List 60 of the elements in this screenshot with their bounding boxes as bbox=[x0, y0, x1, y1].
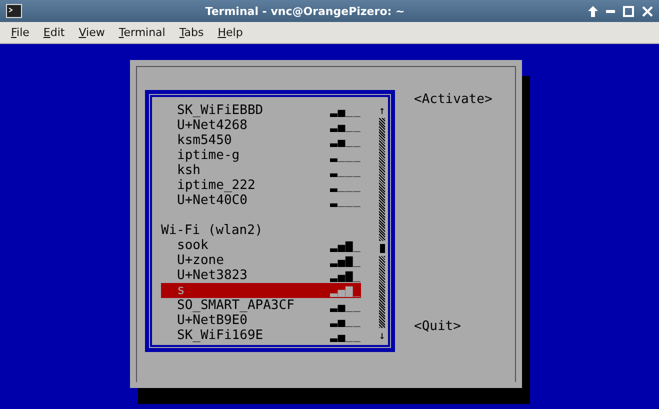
signal-strength: ▂▄__ bbox=[330, 118, 361, 133]
network-name: U+Net3823 bbox=[176, 268, 248, 283]
menu-item[interactable]: Help bbox=[210, 24, 250, 41]
minimize-icon[interactable] bbox=[606, 10, 615, 12]
scroll-up-arrow[interactable]: ↑ bbox=[378, 103, 386, 118]
network-name: SK_WiFiEBBD bbox=[176, 103, 264, 118]
network-name: iptime_222 bbox=[176, 178, 256, 193]
menu-item[interactable]: Edit bbox=[36, 24, 72, 41]
network-item[interactable]: U+Net4268 ▂▄__ bbox=[161, 118, 361, 133]
scroll-track[interactable] bbox=[379, 118, 385, 328]
signal-strength: ▂▄__ bbox=[330, 313, 361, 328]
network-item[interactable]: SK_WiFi169E ▂▄__ bbox=[161, 328, 361, 343]
network-name: U+Net4268 bbox=[176, 118, 248, 133]
menu-item[interactable]: Terminal bbox=[112, 24, 172, 41]
network-item[interactable]: U+NetB9E0 ▂▄__ bbox=[161, 313, 361, 328]
network-name: U+zone bbox=[176, 253, 225, 268]
signal-strength: ▂▄▆_ bbox=[330, 268, 361, 283]
menu-item[interactable]: File bbox=[4, 24, 36, 41]
network-name: iptime-g bbox=[176, 148, 241, 163]
network-item[interactable]: SO_SMART_APA3CF ▂▄__ bbox=[161, 298, 361, 313]
terminal-icon bbox=[6, 4, 22, 18]
network-name: s bbox=[176, 283, 186, 298]
network-item[interactable]: U+Net40C0 ▂___ bbox=[161, 193, 361, 208]
network-item[interactable]: ksh ▂___ bbox=[161, 163, 361, 178]
signal-strength: ▂▄__ bbox=[330, 133, 361, 148]
network-item[interactable]: U+zone ▂▄▆_ bbox=[161, 253, 361, 268]
network-name: ksh bbox=[176, 163, 202, 178]
network-name: sook bbox=[176, 238, 210, 253]
network-item[interactable]: iptime-g ▂___ bbox=[161, 148, 361, 163]
signal-strength: ▂▄▆_ bbox=[330, 253, 361, 268]
network-item[interactable]: U+Net3823 ▂▄▆_ bbox=[161, 268, 361, 283]
network-name: SK_WiFi169E bbox=[176, 328, 264, 343]
activate-button[interactable]: <Activate> bbox=[414, 92, 492, 107]
menu-item[interactable]: Tabs bbox=[172, 24, 211, 41]
scroll-thumb[interactable] bbox=[378, 241, 386, 256]
network-name: SO_SMART_APA3CF bbox=[176, 298, 296, 313]
window-title: Terminal - vnc@OrangePizero: ~ bbox=[204, 4, 406, 18]
signal-strength: ▂___ bbox=[330, 163, 361, 178]
close-icon[interactable] bbox=[642, 6, 653, 16]
network-name: ksm5450 bbox=[176, 133, 233, 148]
scroll-down-arrow[interactable]: ↓ bbox=[378, 328, 386, 343]
signal-strength: ▂___ bbox=[330, 148, 361, 163]
up-arrow-icon[interactable] bbox=[588, 6, 598, 16]
network-name: U+NetB9E0 bbox=[176, 313, 248, 328]
network-item[interactable]: sook ▂▄▆_ bbox=[161, 238, 361, 253]
signal-strength: ▂▄▆_ bbox=[330, 238, 361, 253]
quit-button[interactable]: <Quit> bbox=[414, 319, 492, 334]
signal-strength: ▂▄__ bbox=[330, 298, 361, 313]
maximize-icon[interactable] bbox=[623, 6, 634, 16]
network-name: U+Net40C0 bbox=[176, 193, 248, 208]
network-item[interactable]: ksm5450 ▂▄__ bbox=[161, 133, 361, 148]
signal-strength: ▂▄__ bbox=[330, 328, 361, 343]
signal-strength: ▂▄▆_ bbox=[330, 283, 361, 298]
signal-strength: ▂___ bbox=[330, 193, 361, 208]
signal-strength: ▂▄__ bbox=[330, 103, 361, 118]
menu-item[interactable]: View bbox=[72, 24, 112, 41]
signal-strength: ▂___ bbox=[330, 178, 361, 193]
device-header: Wi-Fi (wlan2) bbox=[161, 223, 264, 238]
network-item[interactable]: SK_WiFiEBBD ▂▄__ bbox=[161, 103, 361, 118]
network-item[interactable]: iptime_222 ▂___ bbox=[161, 178, 361, 193]
